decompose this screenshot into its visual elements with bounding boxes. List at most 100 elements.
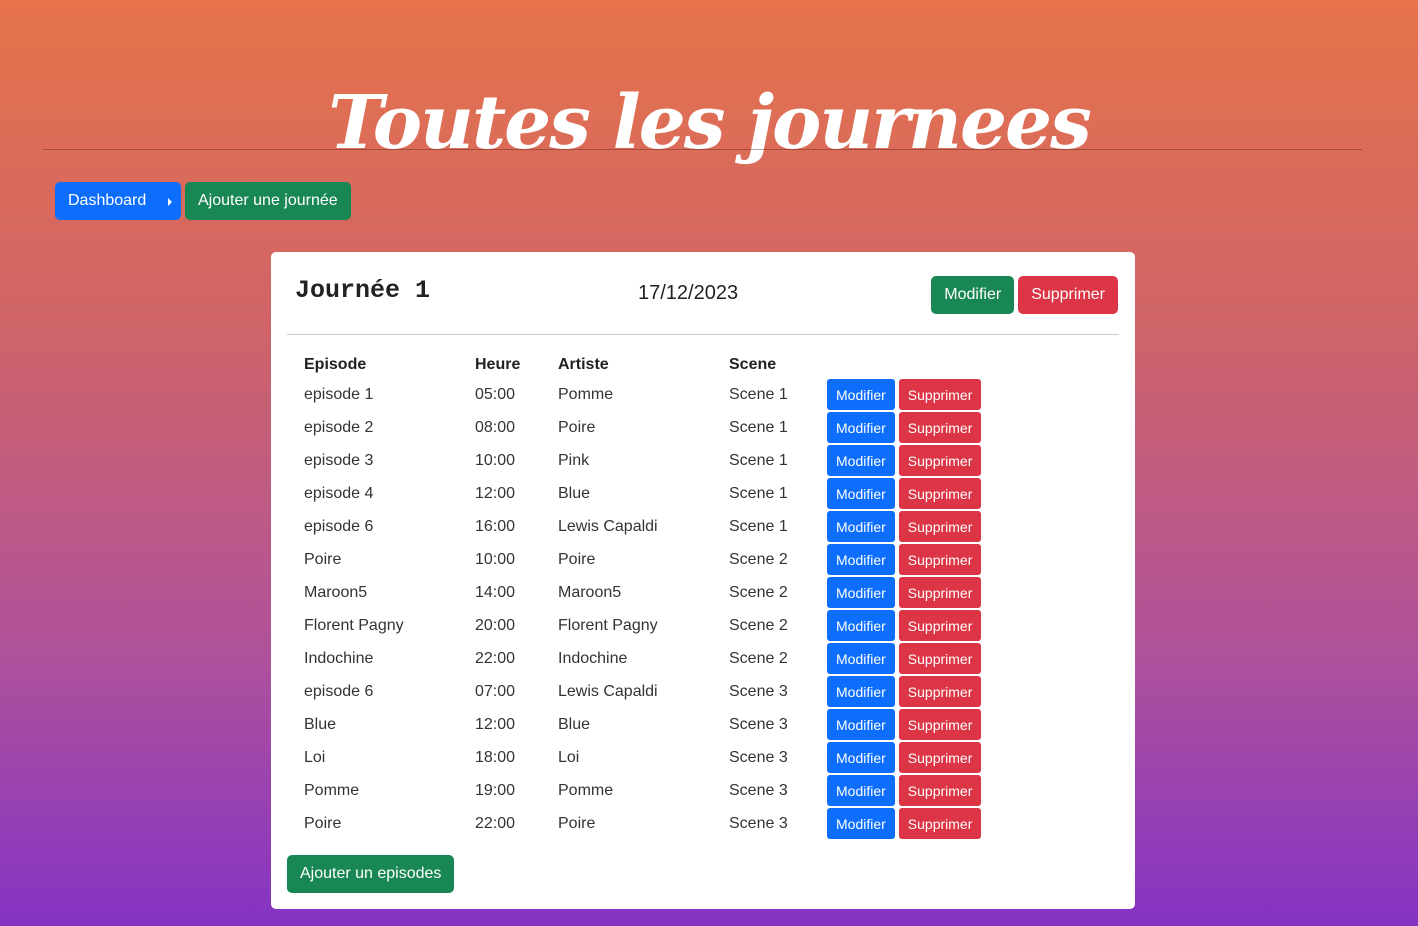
edit-episode-button[interactable]: Modifier xyxy=(827,478,895,509)
header-actions xyxy=(827,352,981,378)
row-actions: Modifier Supprimer xyxy=(827,610,982,641)
cell-artiste: Pink xyxy=(558,451,590,469)
cell-heure: 07:00 xyxy=(475,682,516,700)
delete-episode-button[interactable]: Supprimer xyxy=(898,577,982,608)
cell-actions: Modifier Supprimer xyxy=(827,510,982,543)
cell-actions: Modifier Supprimer xyxy=(827,708,982,741)
delete-episode-button[interactable]: Supprimer xyxy=(898,412,982,443)
cell-scene: Scene 3 xyxy=(729,748,788,766)
card-divider xyxy=(287,334,1119,335)
cell-actions: Modifier Supprimer xyxy=(827,609,982,642)
row-actions: Modifier Supprimer xyxy=(827,478,982,509)
edit-episode-button[interactable]: Modifier xyxy=(827,544,895,575)
top-actions: Dashboard Ajouter une journée xyxy=(55,182,351,220)
cell-episode: Indochine xyxy=(304,649,374,667)
edit-episode-button[interactable]: Modifier xyxy=(827,676,895,707)
edit-episode-button[interactable]: Modifier xyxy=(827,709,895,740)
cell-episode: Florent Pagny xyxy=(304,616,404,634)
cell-heure: 12:00 xyxy=(475,484,516,502)
cell-heure: 05:00 xyxy=(475,385,516,403)
edit-day-button[interactable]: Modifier xyxy=(931,276,1015,314)
cell-actions: Modifier Supprimer xyxy=(827,741,982,774)
table-row: episode 6 07:00 Lewis Capaldi Scene 3 Modifi… xyxy=(304,675,982,708)
edit-episode-button[interactable]: Modifier xyxy=(827,643,895,674)
delete-episode-button[interactable]: Supprimer xyxy=(898,808,982,839)
edit-episode-button[interactable]: Modifier xyxy=(827,577,895,608)
cell-scene: Scene 3 xyxy=(729,715,788,733)
edit-episode-button[interactable]: Modifier xyxy=(827,511,895,542)
row-actions: Modifier Supprimer xyxy=(827,808,982,839)
cell-scene: Scene 1 xyxy=(729,418,788,436)
cell-episode: episode 4 xyxy=(304,484,374,502)
edit-episode-button[interactable]: Modifier xyxy=(827,808,895,839)
add-episode-button[interactable]: Ajouter un episodes xyxy=(287,855,455,893)
table-row: episode 4 12:00 Blue Scene 1 Modifier Supprim… xyxy=(304,477,982,510)
cell-actions: Modifier Supprimer xyxy=(827,642,982,675)
delete-episode-button[interactable]: Supprimer xyxy=(898,379,982,410)
dashboard-button-label: Dashboard xyxy=(68,192,147,209)
cell-episode: episode 1 xyxy=(304,385,374,403)
add-day-button[interactable]: Ajouter une journée xyxy=(185,182,351,220)
cell-heure: 08:00 xyxy=(475,418,516,436)
cell-artiste: Poire xyxy=(558,418,596,436)
cell-heure: 18:00 xyxy=(475,748,516,766)
table-row: Poire 10:00 Poire Scene 2 Modifier Supprimer xyxy=(304,543,982,576)
cell-heure: 22:00 xyxy=(475,814,516,832)
table-row: episode 3 10:00 Pink Scene 1 Modifier Supprim… xyxy=(304,444,982,477)
table-row: Poire 22:00 Poire Scene 3 Modifier Supprimer xyxy=(304,807,982,840)
table-row: episode 1 05:00 Pomme Scene 1 Modifier Suppri… xyxy=(304,378,982,411)
episodes-table: Episode Heure Artiste Scene episode 1 05:… xyxy=(304,352,982,840)
delete-day-button[interactable]: Supprimer xyxy=(1018,276,1118,314)
delete-episode-button[interactable]: Supprimer xyxy=(898,445,982,476)
delete-episode-button[interactable]: Supprimer xyxy=(898,742,982,773)
table-row: Blue 12:00 Blue Scene 3 Modifier Supprimer xyxy=(304,708,982,741)
edit-episode-button[interactable]: Modifier xyxy=(827,742,895,773)
dashboard-button[interactable]: Dashboard xyxy=(55,182,181,220)
row-actions: Modifier Supprimer xyxy=(827,544,982,575)
row-actions: Modifier Supprimer xyxy=(827,676,982,707)
row-actions: Modifier Supprimer xyxy=(827,379,982,410)
delete-episode-button[interactable]: Supprimer xyxy=(898,511,982,542)
cell-heure: 16:00 xyxy=(475,517,516,535)
delete-episode-button[interactable]: Supprimer xyxy=(898,676,982,707)
cell-episode: episode 2 xyxy=(304,418,374,436)
episodes-body: episode 1 05:00 Pomme Scene 1 Modifier Suppri… xyxy=(304,378,982,840)
cell-artiste: Blue xyxy=(558,715,591,733)
cell-scene: Scene 2 xyxy=(729,550,788,568)
header-heure: Heure xyxy=(475,356,521,373)
cell-actions: Modifier Supprimer xyxy=(827,543,982,576)
delete-episode-button[interactable]: Supprimer xyxy=(898,643,982,674)
header-scene: Scene xyxy=(729,356,777,373)
cell-scene: Scene 3 xyxy=(729,781,788,799)
cell-scene: Scene 2 xyxy=(729,616,788,634)
cell-actions: Modifier Supprimer xyxy=(827,576,982,609)
table-header-row: Episode Heure Artiste Scene xyxy=(304,352,981,378)
delete-episode-button[interactable]: Supprimer xyxy=(898,478,982,509)
row-actions: Modifier Supprimer xyxy=(827,445,982,476)
delete-episode-button[interactable]: Supprimer xyxy=(898,775,982,806)
day-title: Journée 1 xyxy=(295,276,431,305)
cell-artiste: Loi xyxy=(558,748,580,766)
cell-artiste: Lewis Capaldi xyxy=(558,682,658,700)
delete-episode-button[interactable]: Supprimer xyxy=(898,610,982,641)
table-row: episode 6 16:00 Lewis Capaldi Scene 1 Modifi… xyxy=(304,510,982,543)
cell-scene: Scene 3 xyxy=(729,682,788,700)
row-actions: Modifier Supprimer xyxy=(827,742,982,773)
edit-episode-button[interactable]: Modifier xyxy=(827,610,895,641)
delete-episode-button[interactable]: Supprimer xyxy=(898,709,982,740)
edit-episode-button[interactable]: Modifier xyxy=(827,412,895,443)
cell-artiste: Poire xyxy=(558,814,596,832)
delete-episode-button[interactable]: Supprimer xyxy=(898,544,982,575)
edit-episode-button[interactable]: Modifier xyxy=(827,445,895,476)
edit-episode-button[interactable]: Modifier xyxy=(827,775,895,806)
cell-episode: episode 3 xyxy=(304,451,374,469)
table-row: episode 2 08:00 Poire Scene 1 Modifier Suppri… xyxy=(304,411,982,444)
edit-episode-button[interactable]: Modifier xyxy=(827,379,895,410)
page-title: Toutes les journees xyxy=(328,79,1092,166)
cell-episode: Poire xyxy=(304,550,342,568)
table-row: Pomme 19:00 Pomme Scene 3 Modifier Supprimer xyxy=(304,774,982,807)
table-row: Loi 18:00 Loi Scene 3 Modifier Supprimer xyxy=(304,741,982,774)
cell-actions: Modifier Supprimer xyxy=(827,444,982,477)
cell-episode: Blue xyxy=(304,715,337,733)
row-actions: Modifier Supprimer xyxy=(827,775,982,806)
